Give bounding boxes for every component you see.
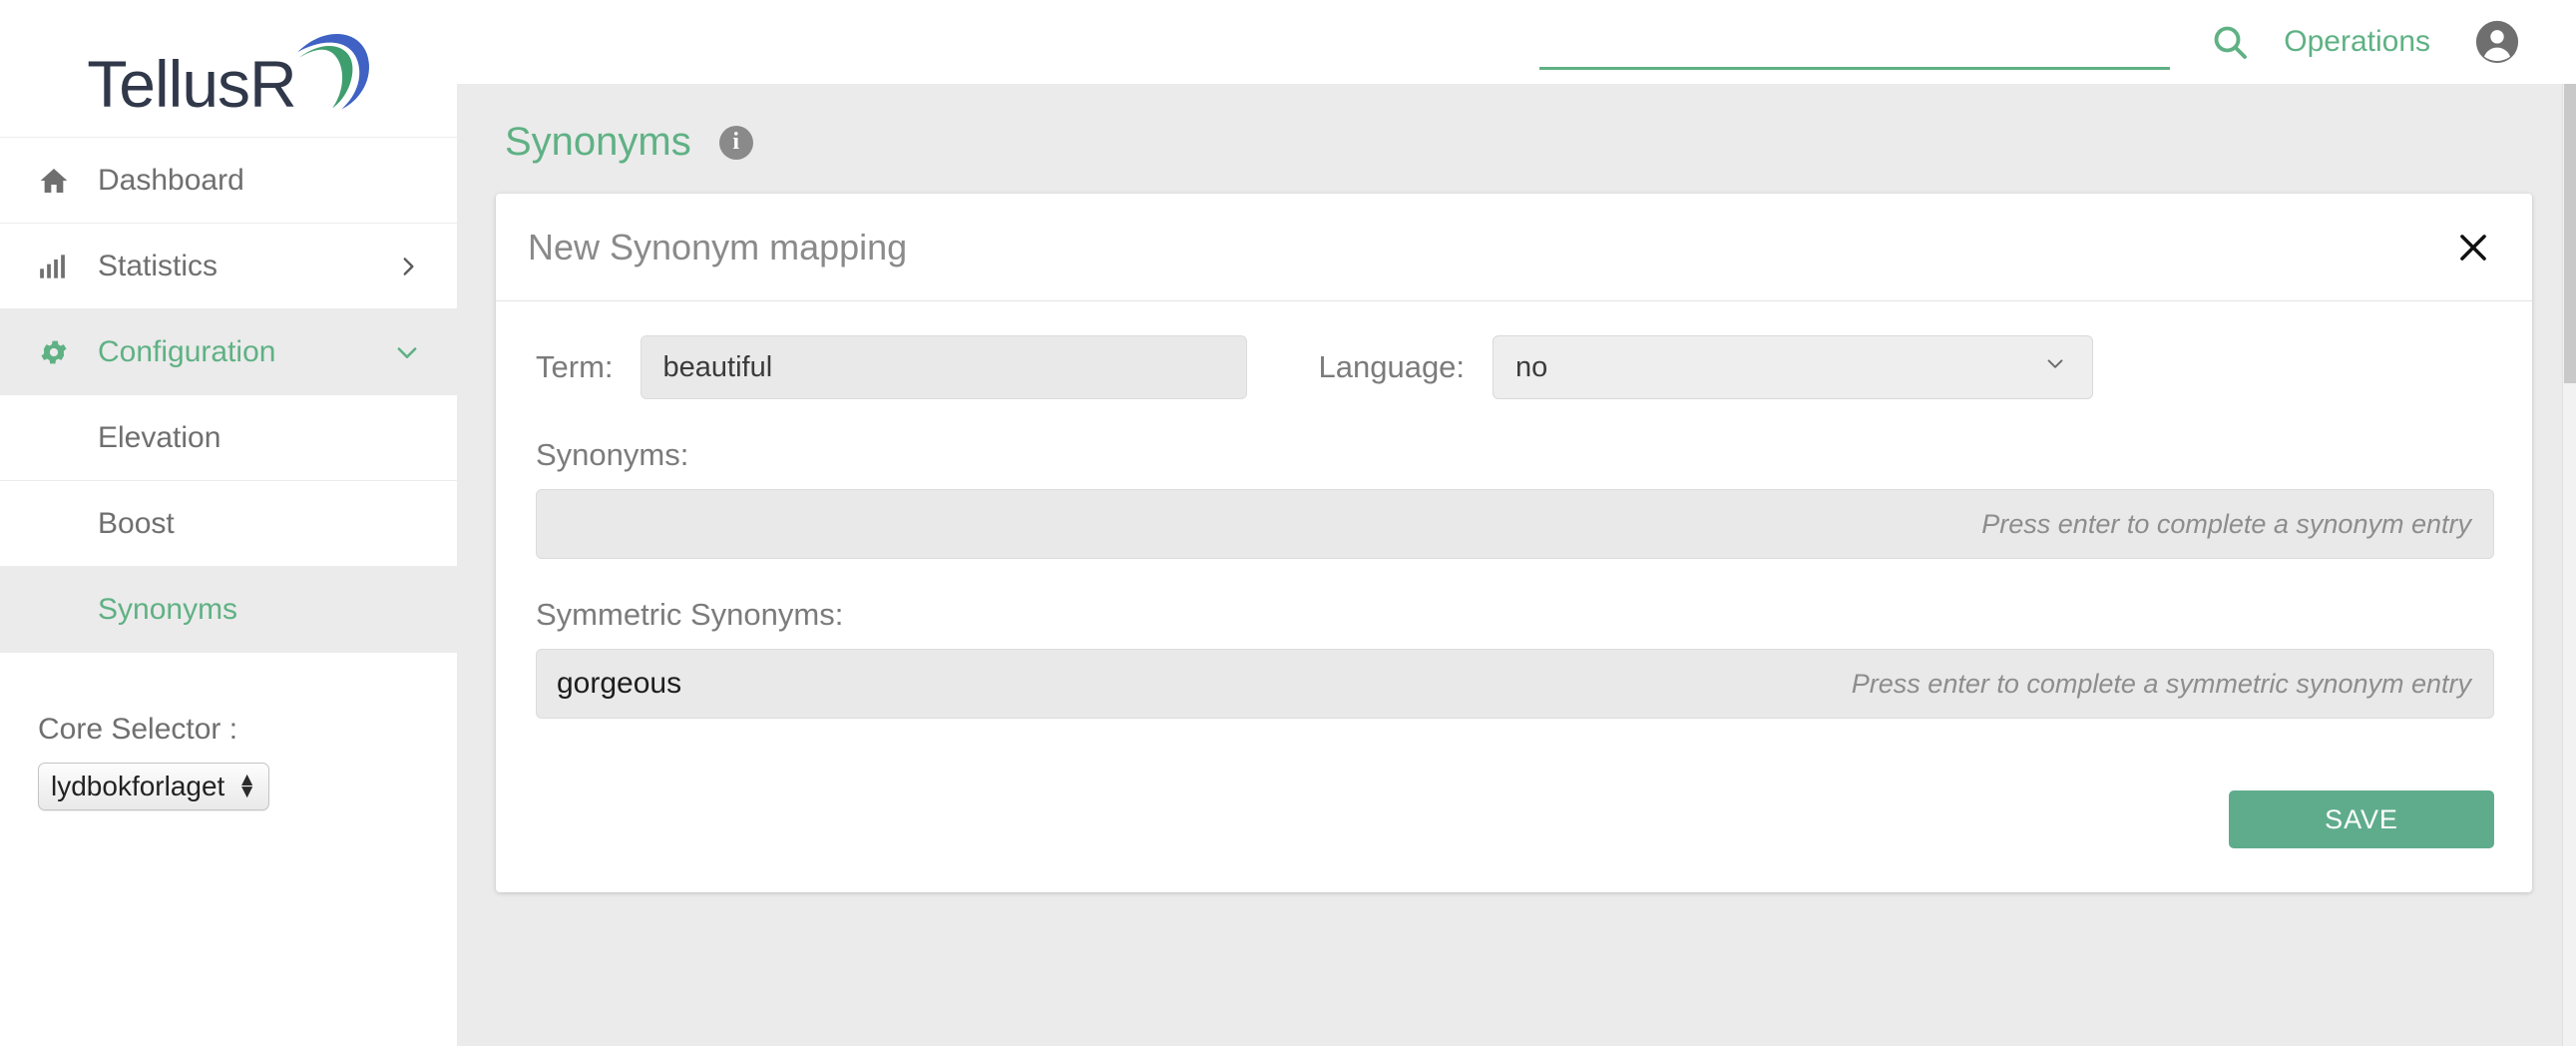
dialog-header: New Synonym mapping (496, 194, 2532, 301)
search-field[interactable] (1539, 14, 2170, 70)
sidebar-item-synonyms[interactable]: Synonyms (0, 567, 457, 653)
scrollbar-thumb[interactable] (2564, 84, 2576, 383)
bar-chart-icon (38, 253, 80, 280)
term-language-row: Term: beautiful Language: no (536, 335, 2494, 399)
synonyms-label: Synonyms: (536, 437, 2494, 473)
search-input[interactable] (1539, 25, 2170, 57)
sidebar-item-elevation[interactable]: Elevation (0, 395, 457, 481)
chevron-right-icon (395, 254, 421, 279)
symmetric-synonyms-input-hint: Press enter to complete a symmetric syno… (1852, 669, 2471, 700)
symmetric-synonyms-input[interactable]: gorgeous Press enter to complete a symme… (536, 649, 2494, 719)
account-circle-icon[interactable] (2474, 19, 2520, 65)
sidebar-nav: Dashboard Statistics (0, 137, 457, 653)
sidebar-item-configuration[interactable]: Configuration (0, 309, 457, 395)
language-label: Language: (1319, 349, 1466, 385)
sidebar-item-label: Dashboard (98, 164, 421, 198)
brand-logo-text: TellusR (87, 51, 295, 117)
sidebar-item-label: Statistics (98, 250, 395, 283)
sidebar-item-dashboard[interactable]: Dashboard (0, 138, 457, 224)
core-selector-label: Core Selector : (38, 713, 457, 747)
synonyms-input-hint: Press enter to complete a synonym entry (1981, 509, 2471, 540)
dialog-title: New Synonym mapping (528, 227, 907, 268)
search-icon[interactable] (2188, 22, 2272, 62)
app-root: TellusR Dashboard (0, 0, 2576, 1046)
chevron-down-icon (2042, 350, 2068, 384)
operations-link[interactable]: Operations (2284, 25, 2430, 59)
dialog-body: Term: beautiful Language: no Synonyms: (496, 301, 2532, 755)
gear-icon (38, 336, 80, 368)
sidebar-subitem-label: Elevation (98, 421, 220, 455)
sidebar-item-label: Configuration (98, 335, 393, 369)
stepper-arrows-icon: ▲▼ (237, 775, 256, 798)
logo-swoosh-icon (288, 21, 380, 113)
sidebar-item-statistics[interactable]: Statistics (0, 224, 457, 309)
page-title: Synonyms (505, 120, 691, 165)
core-selector: Core Selector : lydbokforlaget ▲▼ (0, 653, 457, 810)
sidebar-item-boost[interactable]: Boost (0, 481, 457, 567)
chevron-down-icon (393, 338, 421, 366)
vertical-scrollbar[interactable] (2562, 84, 2576, 1046)
language-select[interactable]: no (1493, 335, 2093, 399)
symmetric-synonyms-input-value: gorgeous (557, 667, 681, 701)
language-select-value: no (1515, 351, 1547, 384)
main-area: Operations Synonyms i New Synonym mappin… (457, 0, 2576, 1046)
core-selector-value: lydbokforlaget (51, 771, 237, 802)
symmetric-synonyms-label: Symmetric Synonyms: (536, 597, 2494, 633)
core-selector-dropdown[interactable]: lydbokforlaget ▲▼ (38, 763, 269, 810)
term-input-value: beautiful (663, 351, 773, 384)
content-area: Synonyms i New Synonym mapping Term: bea… (457, 84, 2576, 1046)
save-button[interactable]: SAVE (2229, 790, 2494, 848)
sidebar: TellusR Dashboard (0, 0, 457, 1046)
sidebar-subitem-label: Synonyms (98, 593, 237, 627)
sidebar-subitem-label: Boost (98, 507, 175, 541)
info-icon[interactable]: i (719, 126, 753, 160)
home-icon (38, 165, 80, 197)
brand-logo[interactable]: TellusR (0, 0, 457, 137)
page-header: Synonyms i (457, 84, 2576, 189)
close-icon[interactable] (2454, 229, 2492, 266)
dialog-footer: SAVE (496, 755, 2532, 892)
top-bar: Operations (457, 0, 2576, 84)
term-input[interactable]: beautiful (641, 335, 1247, 399)
synonyms-input[interactable]: Press enter to complete a synonym entry (536, 489, 2494, 559)
new-synonym-mapping-dialog: New Synonym mapping Term: beautiful Lang… (496, 194, 2532, 892)
term-label: Term: (536, 349, 614, 385)
